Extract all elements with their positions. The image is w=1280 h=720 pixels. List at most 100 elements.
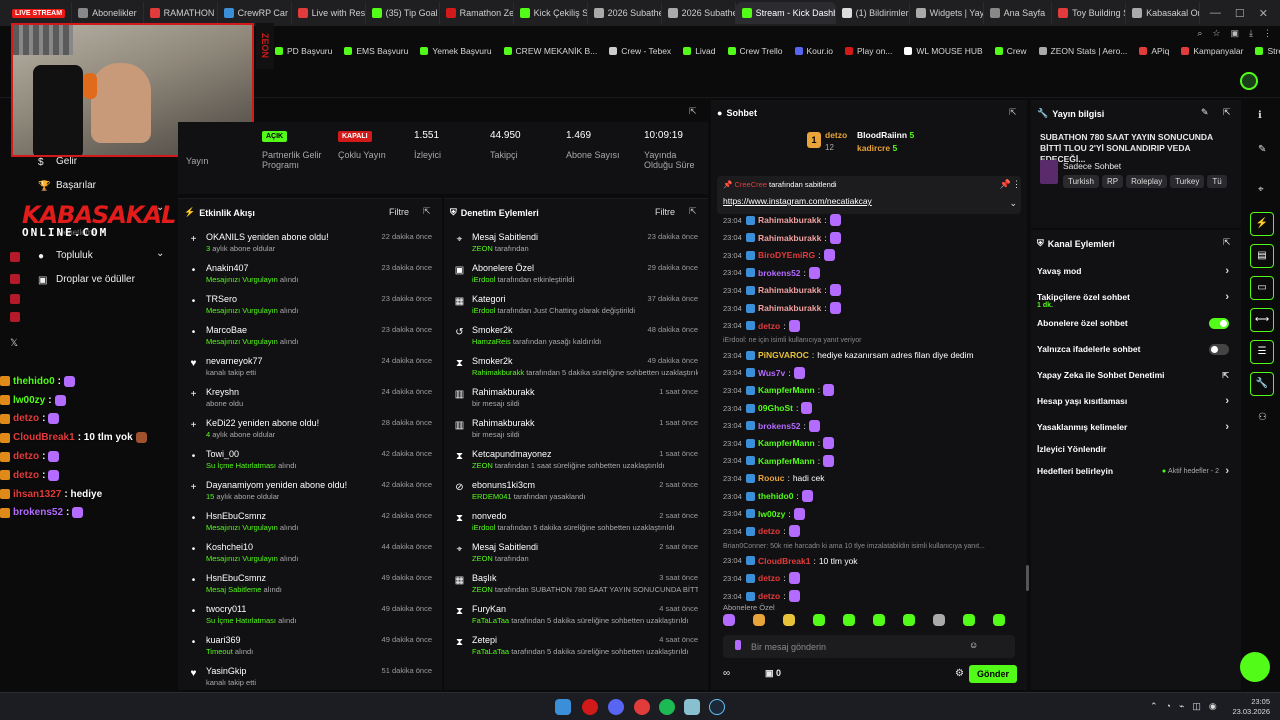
toggle-switch[interactable]: [1209, 343, 1229, 355]
browser-tab[interactable]: (1) Bildirimler: [836, 2, 910, 24]
menu-icon[interactable]: ⋮: [1263, 28, 1272, 39]
category-name[interactable]: Sadece Sohbet: [1063, 161, 1121, 171]
bookmark[interactable]: Crew Trello: [727, 46, 783, 56]
channel-action-5[interactable]: Yapay Zeka ile Sohbet Denetimi ⇱: [1037, 366, 1233, 384]
bookmark[interactable]: Streamer Panel: [1255, 46, 1280, 56]
bookmark[interactable]: Crew: [994, 46, 1027, 56]
filter-button[interactable]: Filtre: [389, 207, 409, 217]
pin-icon[interactable]: 📌: [1000, 179, 1011, 190]
chat-message[interactable]: 23:04 detzo:: [723, 318, 800, 334]
activity-row[interactable]: • MarcoBae Mesajınızı Vurgulayın alındı 23 …: [178, 322, 442, 353]
moderation-row[interactable]: ⧗ nonvedo iErdool tarafından 5 dakika süre…: [444, 508, 708, 539]
bookmark[interactable]: Yemek Başvuru: [420, 46, 492, 56]
activity-row[interactable]: • Anakin407 Mesajınızı Vurgulayın alındı 23…: [178, 260, 442, 291]
star-icon[interactable]: ☆: [1212, 28, 1220, 39]
app-icon[interactable]: [582, 699, 598, 715]
leader-name[interactable]: detzo: [825, 130, 847, 140]
chevron-down-icon[interactable]: ⌄: [156, 248, 164, 259]
bolt-icon[interactable]: ⚡: [1250, 212, 1274, 236]
channel-action-8[interactable]: İzleyici Yönlendir: [1037, 440, 1233, 458]
extension-icon[interactable]: ▣: [1231, 28, 1240, 39]
activity-row[interactable]: + KeDi22 yeniden abone oldu! 4 aylık abone…: [178, 415, 442, 446]
emote-shortcut-icon[interactable]: [933, 614, 945, 626]
bookmark[interactable]: PD Başvuru: [275, 46, 332, 56]
moderation-row[interactable]: ↺ Smoker2k HamzaReis tarafından yasağı kal…: [444, 322, 708, 353]
browser-tab[interactable]: CrewRP Car Li: [218, 2, 292, 24]
moderation-row[interactable]: ⧗ Smoker2k Rahimakburakk tarafından 5 daki…: [444, 353, 708, 384]
download-icon[interactable]: ⤓: [1249, 28, 1253, 39]
bookmark[interactable]: Kour.io: [794, 46, 833, 56]
emote-shortcut-icon[interactable]: [873, 614, 885, 626]
popout-icon[interactable]: ⇱: [1009, 107, 1019, 117]
nav-item-topluluk[interactable]: ● Topluluk: [38, 250, 93, 262]
stream-tag[interactable]: RP: [1101, 175, 1124, 188]
stream-tag[interactable]: Tü: [1207, 175, 1227, 188]
points-display[interactable]: ▣ 0: [765, 668, 781, 679]
chat-scrollbar[interactable]: [1026, 565, 1029, 591]
popout-icon[interactable]: ⇱: [1223, 237, 1231, 248]
chat-message[interactable]: 23:04 detzo:: [723, 523, 800, 539]
moderation-row[interactable]: ⧗ Ketcapundmayonez ZEON tarafından 1 saat …: [444, 446, 708, 477]
chat-message[interactable]: 23:04 09GhoSt:: [723, 400, 813, 416]
clock[interactable]: 23:05 23.03.2026: [1232, 697, 1270, 717]
chat-message[interactable]: 23:04 Wus7v:: [723, 365, 805, 381]
help-button[interactable]: [1240, 652, 1270, 682]
settings-icon[interactable]: ⚙: [955, 668, 964, 679]
layers-icon[interactable]: ☰: [1250, 340, 1274, 364]
browser-tab[interactable]: 2026 Subathe: [662, 2, 736, 24]
browser-tab[interactable]: Abonelikler: [72, 2, 144, 24]
browser-tab[interactable]: LIVE STREAM: [6, 2, 73, 24]
popout-icon[interactable]: ⇱: [689, 206, 699, 216]
bookmark[interactable]: EMS Başvuru: [344, 46, 408, 56]
leader-name[interactable]: kadircre 5: [857, 143, 897, 153]
chat-message[interactable]: 23:04 BiroDYEmiRG:: [723, 247, 835, 263]
moderation-row[interactable]: ⌖ Mesaj Sabitlendi ZEON tarafından 2 saat ö…: [444, 539, 708, 570]
channel-action-7[interactable]: Yasaklanmış kelimeler ›: [1037, 418, 1233, 436]
chat-message[interactable]: 23:04 Rahimakburakk:: [723, 282, 841, 298]
popout-icon[interactable]: ⇱: [423, 206, 433, 216]
tray-icons[interactable]: ⌃◔⌁◫◉: [1150, 701, 1225, 712]
infinity-icon[interactable]: ∞: [723, 668, 730, 679]
bookmark[interactable]: Kampanyalar: [1181, 46, 1243, 56]
chat-message[interactable]: 23:04 brokens52:: [723, 265, 820, 281]
pinned-link[interactable]: https://www.instagram.com/necatiakcay: [723, 196, 872, 206]
bookmark[interactable]: Crew - Tebex: [609, 46, 671, 56]
browser-tab[interactable]: RAMATHON -: [144, 2, 218, 24]
chat-icon[interactable]: ▭: [1250, 276, 1274, 300]
channel-action-6[interactable]: Hesap yaşı kısıtlaması ›: [1037, 392, 1233, 410]
browser-tab[interactable]: 2026 Subathe: [588, 2, 662, 24]
emote-shortcut-icon[interactable]: [903, 614, 915, 626]
activity-row[interactable]: • Koshchei10 Mesajınızı Vurgulayın alındı 4…: [178, 539, 442, 570]
moderation-row[interactable]: ⌖ Mesaj Sabitlendi ZEON tarafından 23 dakik…: [444, 229, 708, 260]
emote-shortcut-icon[interactable]: [723, 614, 735, 626]
browser-tab[interactable]: Stream - Kick Dashboard: [735, 2, 836, 24]
bookmark[interactable]: WL MOUSE HUB: [904, 46, 983, 56]
chat-message[interactable]: 23:04 Roouc: hadi cek: [723, 470, 825, 486]
nav-item-droplar[interactable]: ▣ Droplar ve ödüller: [38, 274, 135, 286]
activity-row[interactable]: • twocry011 Su İçme Hatırlatması alındı 49 …: [178, 601, 442, 632]
chat-message[interactable]: 23:04 Rahimakburakk:: [723, 212, 841, 228]
browser-tab[interactable]: (35) Tip Goal: [366, 2, 440, 24]
chat-message[interactable]: 23:04 Rahimakburakk:: [723, 300, 841, 316]
close-icon[interactable]: ✕: [1259, 7, 1268, 20]
start-icon[interactable]: [555, 699, 571, 715]
nav-item-gelir[interactable]: $ Gelir: [38, 156, 77, 168]
activity-row[interactable]: • kuari369 Timeout alındı 49 dakika önce: [178, 632, 442, 663]
activity-row[interactable]: + Kreyshn abone oldu 24 dakika önce: [178, 384, 442, 415]
bookmark[interactable]: Play on...: [844, 46, 892, 56]
activity-row[interactable]: • Towi_00 Su İçme Hatırlatması alındı 42 da…: [178, 446, 442, 477]
edit-icon[interactable]: ✎: [1201, 107, 1209, 118]
activity-row[interactable]: • HsnEbuCsmnz Mesajınızı Vurgulayın alındı…: [178, 508, 442, 539]
chat-message[interactable]: 23:04 thehido0:: [723, 488, 813, 504]
filter-button[interactable]: Filtre: [655, 207, 675, 217]
expand-icon[interactable]: ⇱: [689, 106, 697, 117]
emote-shortcut-icon[interactable]: [783, 614, 795, 626]
moderation-row[interactable]: ⊘ ebonuns1ki3cm ERDEM041 tarafından yasakl…: [444, 477, 708, 508]
chat-message[interactable]: 23:04 PiNGVAROC: hediye kazanırsam adres f…: [723, 347, 974, 363]
emote-shortcut-icon[interactable]: [753, 614, 765, 626]
browser-tab[interactable]: Ana Sayfa: [984, 2, 1053, 24]
popout-icon[interactable]: ⇱: [1223, 107, 1231, 118]
chat-message[interactable]: 23:04 lw00zy:: [723, 506, 805, 522]
browser-tab[interactable]: Toy Building S: [1052, 2, 1127, 24]
browser-tab[interactable]: Ramathon Ze: [440, 2, 514, 24]
